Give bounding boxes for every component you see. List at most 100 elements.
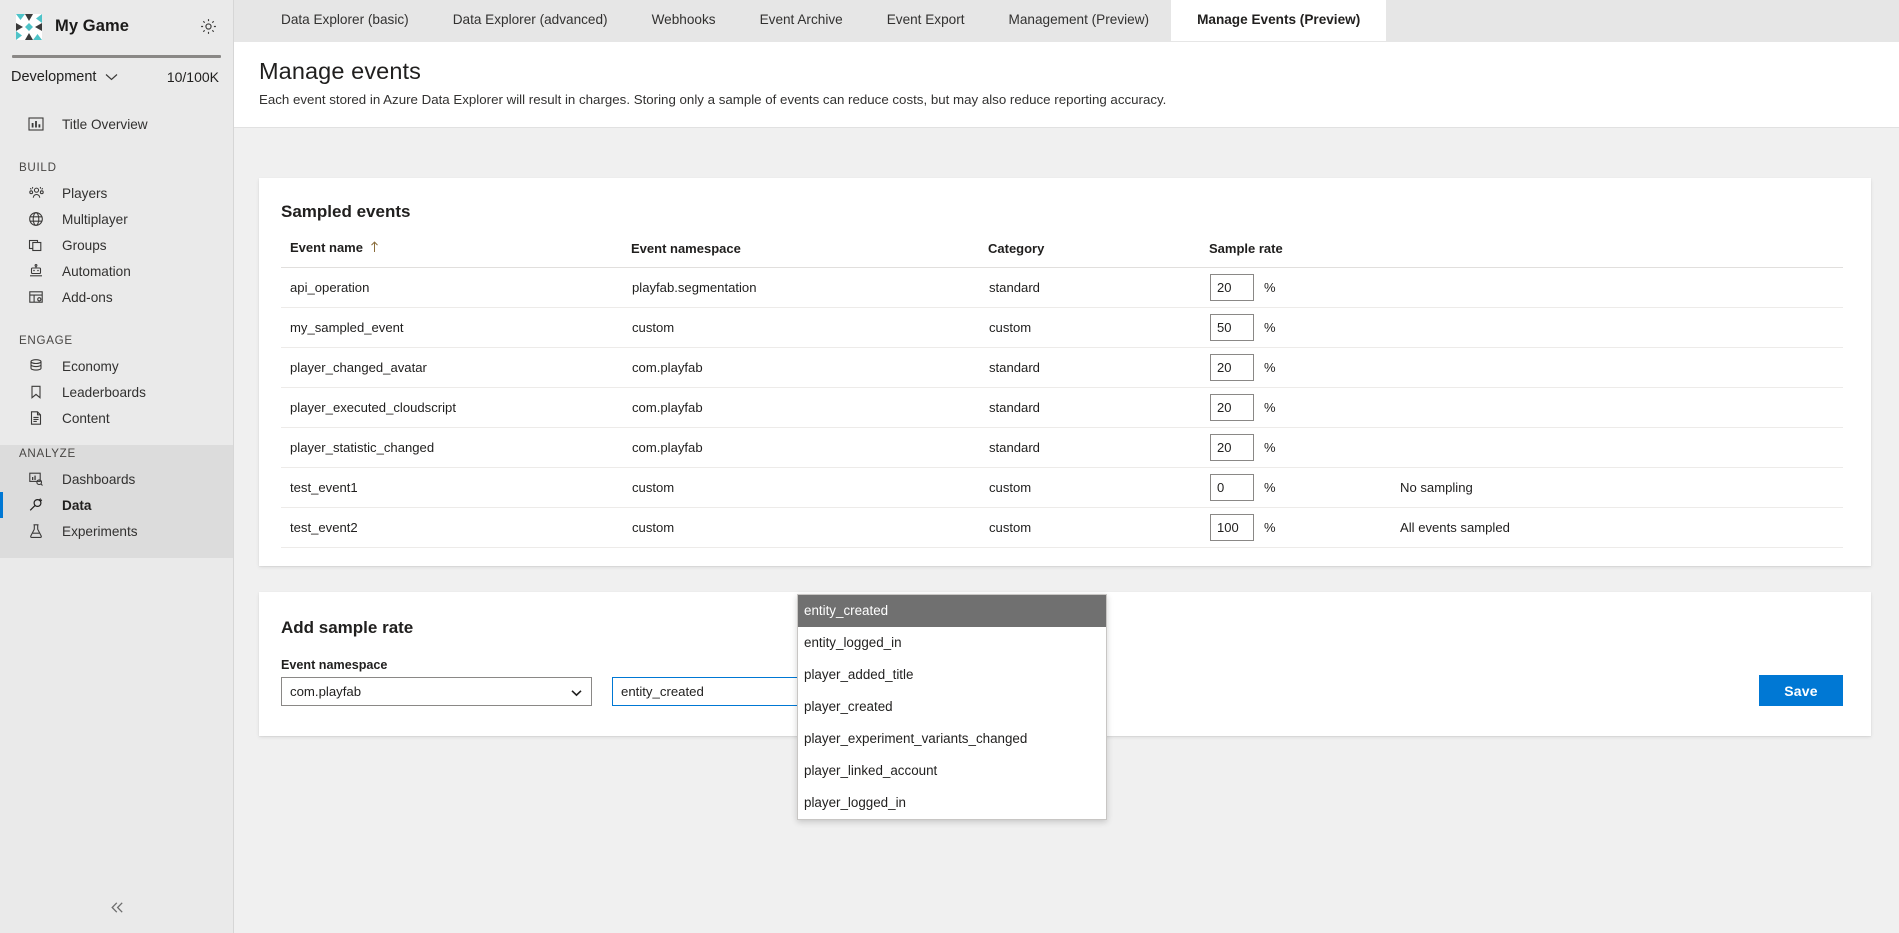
table-row: player_statistic_changed com.playfab sta… [281,428,1843,468]
table-row: my_sampled_event custom custom % [281,308,1843,348]
percent-symbol: % [1264,440,1276,455]
sidebar-group-build: BUILD [0,159,233,175]
dropdown-option[interactable]: player_experiment_variants_changed [798,723,1106,755]
main-content: Data Explorer (basic) Data Explorer (adv… [234,0,1899,933]
column-header-note [1399,240,1843,268]
event-namespace-field: Event namespace com.playfab [281,658,592,706]
environment-label: Development [11,69,96,85]
sidebar-item-add-ons[interactable]: Add-ons [0,284,233,310]
column-header-event-name[interactable]: Event name [281,240,631,268]
cell-note: All events sampled [1399,508,1843,548]
cell-note [1399,388,1843,428]
table-header-row: Event name Event namespace Category Samp… [281,240,1843,268]
database-icon [28,358,48,374]
cell-event-namespace: com.playfab [631,388,988,428]
sample-rate-input[interactable] [1210,514,1254,541]
save-button[interactable]: Save [1759,675,1843,706]
cell-note: No sampling [1399,468,1843,508]
sidebar-item-label: Economy [62,359,119,374]
column-header-event-namespace[interactable]: Event namespace [631,240,988,268]
event-name-value: entity_created [621,684,704,699]
percent-symbol: % [1264,400,1276,415]
dropdown-option[interactable]: player_added_title [798,659,1106,691]
cell-event-namespace: custom [631,508,988,548]
chart-bar-icon [28,116,48,132]
sidebar-item-content[interactable]: Content [0,405,233,431]
sidebar-collapse-button[interactable] [0,887,234,933]
tab-bar: Data Explorer (basic) Data Explorer (adv… [234,0,1899,42]
dropdown-option[interactable]: player_linked_account [798,755,1106,787]
sample-rate-input[interactable] [1210,394,1254,421]
environment-selector[interactable]: Development 10/100K [0,58,233,96]
column-header-sample-rate[interactable]: Sample rate [1209,240,1399,268]
dropdown-option[interactable]: player_created [798,691,1106,723]
cell-event-namespace: com.playfab [631,348,988,388]
sidebar-item-label: Multiplayer [62,212,128,227]
cell-category: custom [988,508,1209,548]
sidebar-item-dashboards[interactable]: Dashboards [0,466,233,492]
sidebar-item-label: Add-ons [62,290,113,305]
tab-manage-events-preview[interactable]: Manage Events (Preview) [1171,0,1386,41]
tab-management-preview[interactable]: Management (Preview) [987,0,1172,41]
cell-category: standard [988,268,1209,308]
cell-event-namespace: com.playfab [631,428,988,468]
tab-event-export[interactable]: Event Export [865,0,987,41]
sidebar-item-automation[interactable]: Automation [0,258,233,284]
sample-rate-input[interactable] [1210,274,1254,301]
cell-note [1399,428,1843,468]
dropdown-option[interactable]: entity_logged_in [798,627,1106,659]
sidebar-item-experiments[interactable]: Experiments [0,518,233,544]
sampled-events-title: Sampled events [281,202,1843,222]
cell-event-name: test_event2 [281,508,631,548]
event-namespace-value: com.playfab [290,684,361,699]
column-header-category[interactable]: Category [988,240,1209,268]
cell-sample-rate: % [1209,388,1399,428]
sidebar-item-label: Players [62,186,107,201]
event-namespace-label: Event namespace [281,658,592,672]
double-chevron-left-icon [109,901,126,919]
sidebar-item-label: Groups [62,238,107,253]
percent-symbol: % [1264,520,1276,535]
sampled-events-table: Event name Event namespace Category Samp… [281,240,1843,548]
gear-icon[interactable] [197,16,219,38]
chevron-down-icon [105,73,118,81]
event-namespace-select[interactable]: com.playfab [281,677,592,706]
globe-icon [28,211,48,227]
sample-rate-input[interactable] [1210,434,1254,461]
table-row: player_executed_cloudscript com.playfab … [281,388,1843,428]
document-icon [28,410,48,426]
cell-event-name: api_operation [281,268,631,308]
sample-rate-input[interactable] [1210,314,1254,341]
sidebar-item-label: Data [62,498,91,513]
sidebar-item-economy[interactable]: Economy [0,353,233,379]
sample-rate-input[interactable] [1210,354,1254,381]
tab-event-archive[interactable]: Event Archive [738,0,865,41]
tab-data-explorer-advanced[interactable]: Data Explorer (advanced) [431,0,630,41]
dashboard-search-icon [28,471,48,487]
table-body: api_operation playfab.segmentation stand… [281,268,1843,548]
cell-category: standard [988,428,1209,468]
column-header-label: Event namespace [631,241,741,256]
event-name-dropdown-list[interactable]: entity_created entity_logged_in player_a… [797,594,1107,820]
sidebar-item-label: Leaderboards [62,385,146,400]
sample-rate-input[interactable] [1210,474,1254,501]
tab-webhooks[interactable]: Webhooks [630,0,738,41]
cell-sample-rate: % [1209,428,1399,468]
tab-data-explorer-basic[interactable]: Data Explorer (basic) [259,0,431,41]
quota-label: 10/100K [167,69,219,85]
dropdown-option[interactable]: player_logged_in [798,787,1106,819]
cell-event-name: my_sampled_event [281,308,631,348]
addons-grid-icon [28,289,48,305]
sidebar-item-multiplayer[interactable]: Multiplayer [0,206,233,232]
sidebar-item-players[interactable]: Players [0,180,233,206]
dropdown-option[interactable]: entity_created [798,595,1106,627]
sidebar-group-analyze: ANALYZE [0,445,233,461]
chevron-down-icon [571,684,582,699]
cell-category: standard [988,348,1209,388]
sidebar-item-groups[interactable]: Groups [0,232,233,258]
sidebar-item-data[interactable]: Data [0,492,233,518]
sidebar-item-leaderboards[interactable]: Leaderboards [0,379,233,405]
sidebar-item-title-overview[interactable]: Title Overview [0,111,233,137]
table-row: player_changed_avatar com.playfab standa… [281,348,1843,388]
cell-event-name: player_statistic_changed [281,428,631,468]
